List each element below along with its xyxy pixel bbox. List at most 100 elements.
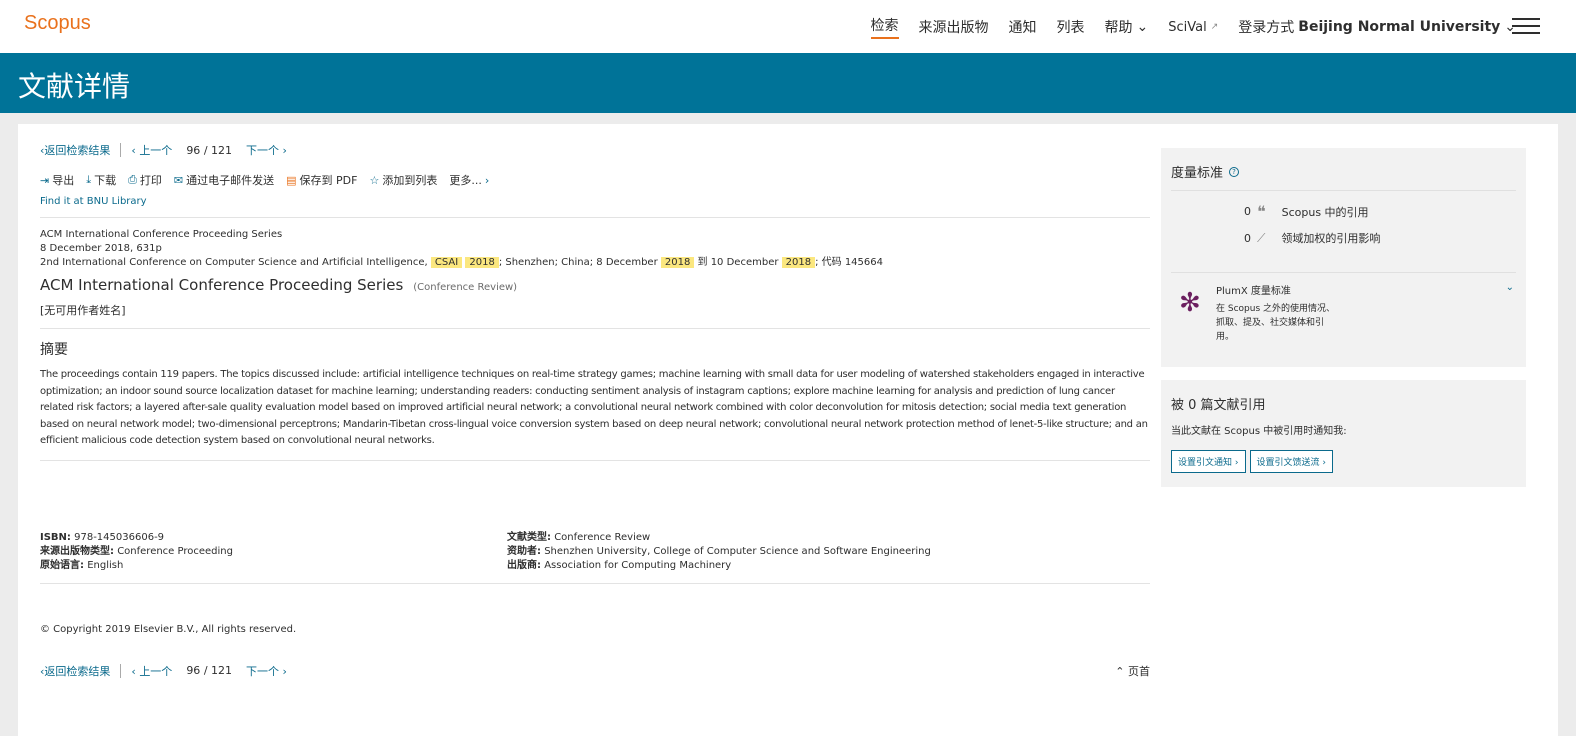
publisher-label: 出版商: bbox=[507, 559, 541, 571]
next-link[interactable]: 下一个 › bbox=[246, 142, 287, 158]
nav-help[interactable]: 帮助 ⌄ bbox=[1105, 17, 1149, 37]
gauge-icon: ⟋ bbox=[1257, 230, 1266, 245]
metadata-section: ISBN: 978-145036606-9 来源出版物类型: Conferenc… bbox=[40, 531, 1150, 573]
date-pages: 8 December 2018, 631p bbox=[40, 243, 162, 254]
nav-lists[interactable]: 列表 bbox=[1057, 17, 1085, 37]
prev-link[interactable]: ‹ 上一个 bbox=[131, 663, 172, 679]
prev-label: 上一个 bbox=[139, 144, 173, 157]
print-icon: ⎙ bbox=[128, 173, 137, 186]
highlight-term: 2018 bbox=[781, 257, 816, 268]
quote-icon: ❝ bbox=[1257, 202, 1266, 221]
chevron-right-icon: › bbox=[484, 173, 490, 187]
chevron-left-icon: ‹ bbox=[131, 664, 136, 678]
plumx-icon: ✻ bbox=[1179, 288, 1201, 318]
print-label: 打印 bbox=[139, 174, 162, 187]
chevron-right-icon: › bbox=[1234, 458, 1239, 468]
next-label: 下一个 bbox=[246, 664, 280, 678]
menu-icon[interactable] bbox=[1512, 18, 1540, 34]
divider bbox=[1171, 190, 1516, 191]
print-button[interactable]: ⎙ 打印 bbox=[128, 172, 162, 188]
back-to-results-link[interactable]: ‹返回检索结果 bbox=[40, 663, 110, 679]
email-icon: ✉ bbox=[173, 173, 184, 187]
citation-count-label: Scopus 中的引用 bbox=[1281, 205, 1369, 219]
isbn-value: 978-145036606-9 bbox=[74, 531, 165, 543]
nav-scival[interactable]: SciVal ↗ bbox=[1168, 20, 1218, 35]
prev-link[interactable]: ‹ 上一个 bbox=[131, 142, 172, 158]
help-icon[interactable]: ? bbox=[1229, 166, 1240, 177]
set-citation-alert-button[interactable]: 设置引文通知 › bbox=[1171, 450, 1246, 473]
title-band: 文献详情 bbox=[0, 53, 1576, 113]
save-pdf-button[interactable]: ▤ 保存到 PDF bbox=[286, 172, 357, 188]
back-to-results-link[interactable]: ‹返回检索结果 bbox=[40, 142, 110, 158]
source-info: ACM International Conference Proceeding … bbox=[40, 228, 1150, 270]
document-title: ACM International Conference Proceeding … bbox=[40, 276, 404, 294]
top-bar: Scopus 检索 来源出版物 通知 列表 帮助 ⌄ SciVal ↗ 登录方式 B… bbox=[0, 0, 1576, 53]
chevron-right-icon: › bbox=[1322, 458, 1326, 468]
add-to-list-button[interactable]: ☆ 添加到列表 bbox=[369, 172, 437, 188]
sponsor-value: Shenzhen University, College of Computer… bbox=[544, 545, 931, 557]
nav-alerts[interactable]: 通知 bbox=[1009, 17, 1037, 37]
source-type-value: Conference Proceeding bbox=[117, 545, 233, 557]
nav-search[interactable]: 检索 bbox=[870, 15, 899, 39]
isbn-row: ISBN: 978-145036606-9 bbox=[40, 531, 507, 545]
next-label: 下一个 bbox=[246, 144, 280, 157]
fwci-metric: 0 ⟋ 领域加权的引用影响 bbox=[1231, 230, 1380, 246]
chevron-up-icon: ⌃ bbox=[1115, 664, 1125, 678]
metadata-col-right: 文献类型: Conference Review 资助者: Shenzhen Un… bbox=[507, 531, 1147, 573]
record-position: 96 / 121 bbox=[186, 664, 232, 677]
current-record: 96 bbox=[186, 143, 201, 157]
record-separator: / bbox=[203, 664, 208, 677]
doc-type-row: 文献类型: Conference Review bbox=[507, 531, 1147, 545]
cited-by-title: 被 0 篇文献引用 bbox=[1171, 398, 1266, 413]
record-separator: / bbox=[203, 143, 208, 157]
top-pager: ‹返回检索结果 ‹ 上一个 96 / 121 下一个 › bbox=[40, 142, 1150, 158]
highlight-term: CSAI bbox=[430, 257, 463, 268]
chevron-down-icon[interactable]: ⌄ bbox=[1506, 282, 1514, 293]
download-button[interactable]: ⤓ 下载 bbox=[86, 172, 116, 188]
library-link[interactable]: Find it at BNU Library bbox=[40, 196, 1150, 207]
sponsor-label: 资助者: bbox=[507, 545, 541, 557]
total-records: 121 bbox=[211, 143, 233, 157]
next-link[interactable]: 下一个 › bbox=[246, 663, 287, 679]
metrics-title: 度量标准 bbox=[1171, 166, 1224, 181]
language-value: English bbox=[87, 559, 124, 571]
set-citation-feed-button[interactable]: 设置引文馈送流 › bbox=[1249, 450, 1333, 473]
chevron-left-icon: ‹ bbox=[131, 144, 136, 157]
publisher-value: Association for Computing Machinery bbox=[544, 559, 732, 571]
login-menu[interactable]: 登录方式 Beijing Normal University ⌄ bbox=[1238, 17, 1516, 37]
document-details: ‹返回检索结果 ‹ 上一个 96 / 121 下一个 › ⇥ 导出 ⤓ 下载 ⎙ 打印… bbox=[40, 142, 1150, 679]
metrics-panel: 度量标准 ? 0 ❝ Scopus 中的引用 0 ⟋ 领域加权的引用影响 ✻ P… bbox=[1161, 148, 1526, 367]
fwci-value: 0 bbox=[1244, 231, 1251, 245]
cited-by-panel: 被 0 篇文献引用 当此文献在 Scopus 中被引用时通知我: 设置引文通知 … bbox=[1161, 380, 1526, 487]
conference-info: 2nd International Conference on Computer… bbox=[40, 256, 1150, 270]
conference-code: ; 代码 145664 bbox=[815, 257, 883, 268]
abstract-heading: 摘要 bbox=[40, 342, 68, 358]
email-label: 通过电子邮件发送 bbox=[186, 174, 275, 187]
external-link-icon: ↗ bbox=[1210, 22, 1219, 32]
prev-label: 上一个 bbox=[139, 664, 173, 678]
conference-location: ; Shenzhen; China; 8 December bbox=[498, 257, 658, 268]
doc-type-label: 文献类型: bbox=[507, 531, 551, 543]
divider bbox=[1171, 272, 1516, 273]
nav-sources[interactable]: 来源出版物 bbox=[919, 17, 989, 37]
more-button[interactable]: 更多... › bbox=[449, 172, 489, 188]
export-label: 导出 bbox=[52, 174, 75, 187]
total-records: 121 bbox=[211, 664, 233, 677]
export-button[interactable]: ⇥ 导出 bbox=[40, 172, 74, 188]
sponsor-row: 资助者: Shenzhen University, College of Com… bbox=[507, 545, 1147, 559]
scopus-logo[interactable]: Scopus bbox=[24, 12, 91, 35]
pdf-icon: ▤ bbox=[286, 173, 297, 187]
copyright-notice: © Copyright 2019 Elsevier B.V., All righ… bbox=[40, 623, 297, 635]
export-icon: ⇥ bbox=[40, 173, 50, 187]
language-label: 原始语言: bbox=[40, 559, 84, 571]
login-institution: Beijing Normal University bbox=[1298, 19, 1501, 35]
citation-count: 0 bbox=[1244, 205, 1251, 218]
action-bar: ⇥ 导出 ⤓ 下载 ⎙ 打印 ✉ 通过电子邮件发送 ▤ 保存到 PDF ☆ 添加到列表 更多… bbox=[40, 172, 1150, 188]
isbn-label: ISBN: bbox=[40, 531, 71, 543]
publisher-row: 出版商: Association for Computing Machinery bbox=[507, 559, 1147, 573]
citation-count-metric: 0 ❝ Scopus 中的引用 bbox=[1231, 202, 1369, 221]
email-button[interactable]: ✉ 通过电子邮件发送 bbox=[174, 172, 274, 188]
nav-scival-label: SciVal bbox=[1168, 19, 1207, 35]
chevron-down-icon: ⌄ bbox=[1136, 19, 1149, 35]
back-to-top-link[interactable]: ⌃ 页首 bbox=[1115, 663, 1150, 679]
